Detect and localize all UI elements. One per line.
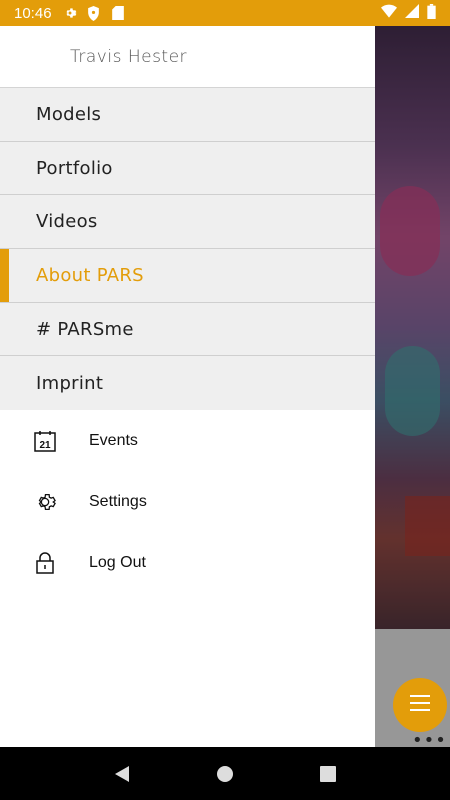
log-out-item[interactable]: Log Out: [0, 532, 375, 593]
sd-card-icon: [110, 5, 126, 21]
status-time: 10:46: [14, 4, 52, 22]
back-icon[interactable]: [110, 762, 134, 786]
settings-item[interactable]: Settings: [0, 471, 375, 532]
recents-icon[interactable]: [316, 762, 340, 786]
menu-item-label: # PARSme: [36, 318, 134, 340]
menu-item-about-pars[interactable]: About PARS: [0, 249, 375, 303]
menu-item-label: Portfolio: [36, 157, 113, 179]
shield-icon: [86, 5, 102, 21]
gear-icon: [62, 5, 78, 21]
menu-item-models[interactable]: Models: [0, 88, 375, 142]
menu-item-portfolio[interactable]: Portfolio: [0, 141, 375, 196]
menu-item-parsme[interactable]: # PARSme: [0, 302, 375, 357]
navigation-drawer: Travis Hester Models Portfolio Videos Ab…: [0, 26, 375, 747]
menu-item-imprint[interactable]: Imprint: [0, 356, 375, 411]
menu-fab-button[interactable]: [393, 678, 447, 732]
log-out-label: Log Out: [89, 553, 146, 571]
system-nav-bar: [0, 747, 450, 800]
lock-icon: [34, 551, 56, 574]
status-bar: 10:46: [0, 0, 450, 26]
menu-item-label: Videos: [36, 211, 98, 233]
drawer-scrim[interactable]: [375, 26, 450, 747]
menu-item-label: Models: [36, 103, 102, 125]
home-icon[interactable]: [213, 762, 237, 786]
calendar-icon-day: 21: [39, 440, 51, 451]
wifi-icon: [381, 4, 397, 22]
battery-icon: [427, 3, 436, 23]
settings-label: Settings: [89, 492, 147, 510]
menu-item-label: About PARS: [36, 264, 144, 286]
drawer-header: Travis Hester: [0, 26, 375, 88]
menu-item-videos[interactable]: Videos: [0, 195, 375, 250]
events-label: Events: [89, 431, 138, 449]
gear-icon: [34, 491, 56, 513]
user-name: Travis Hester: [70, 46, 188, 67]
signal-icon: [405, 4, 419, 22]
menu-icon: [410, 695, 430, 715]
events-item[interactable]: 21 Events: [0, 410, 375, 471]
menu-item-label: Imprint: [36, 372, 104, 394]
calendar-icon: 21: [34, 430, 56, 452]
